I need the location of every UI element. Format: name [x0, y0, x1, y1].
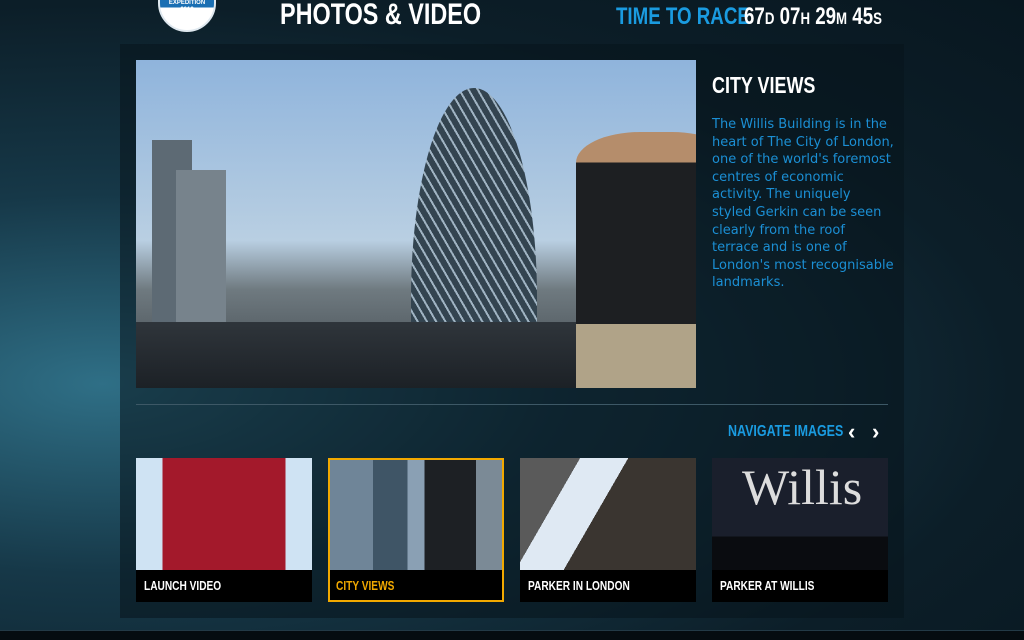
- thumbnail-launch-video[interactable]: LAUNCH VIDEO: [136, 458, 312, 602]
- countdown: 67D 07H 29M 45S: [744, 3, 882, 30]
- thumbnail-parker-in-london[interactable]: PARKER IN LONDON: [520, 458, 696, 602]
- caption-title: CITY VIEWS: [712, 72, 816, 98]
- navigate-images-label: NAVIGATE IMAGES: [728, 423, 844, 440]
- main-image: [136, 60, 696, 388]
- thumbnail-parker-at-willis[interactable]: Willis PARKER AT WILLIS: [712, 458, 888, 602]
- expedition-logo[interactable]: EXPEDITION 2013: [158, 0, 216, 32]
- footer-bar: [0, 630, 1024, 640]
- time-to-race-label: TIME TO RACE: [616, 3, 750, 30]
- caption-text: The Willis Building is in the heart of T…: [712, 117, 894, 291]
- thumbnail-city-views[interactable]: CITY VIEWS: [328, 458, 504, 602]
- chevron-right-icon[interactable]: ›: [872, 421, 879, 443]
- divider: [136, 404, 888, 405]
- chevron-left-icon[interactable]: ‹: [848, 421, 855, 443]
- page-title: PHOTOS & VIDEO: [280, 0, 482, 31]
